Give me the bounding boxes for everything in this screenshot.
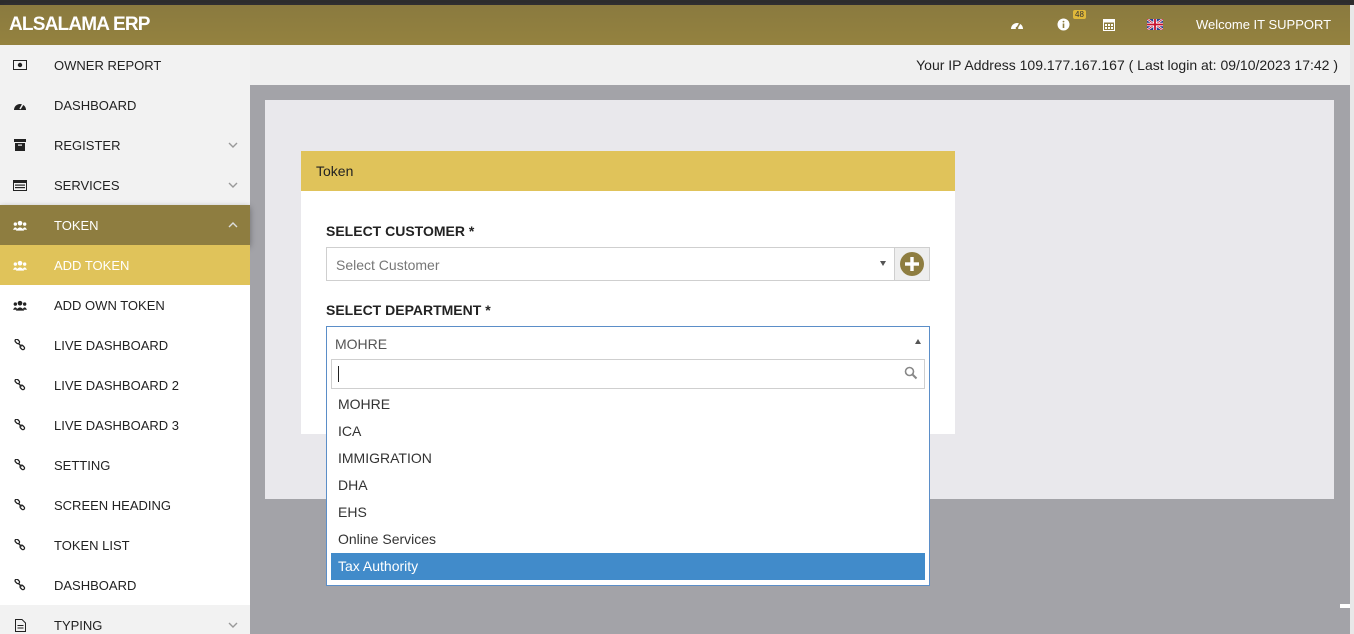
customer-label: SELECT CUSTOMER * (326, 223, 475, 239)
sidebar-item-label: LIVE DASHBOARD 3 (54, 418, 179, 433)
scroll-handle[interactable] (1340, 604, 1350, 608)
sidebar-item-owner-report[interactable]: OWNER REPORT (0, 45, 250, 85)
sidebar-item-label: LIVE DASHBOARD (54, 338, 169, 353)
card-title: Token (316, 163, 354, 179)
chevron-down-icon (228, 182, 238, 188)
card-header: Token (301, 151, 955, 191)
archive-icon (13, 138, 27, 152)
department-option-tax-authority[interactable]: Tax Authority (331, 553, 925, 580)
sidebar-item-dashboard[interactable]: DASHBOARD (0, 85, 250, 125)
caret-up-icon (915, 339, 921, 344)
department-option-ehs[interactable]: EHS (331, 499, 925, 526)
users-icon (13, 218, 27, 232)
link-icon (13, 458, 27, 472)
department-selected-value: MOHRE (335, 336, 388, 352)
sidebar-item-label: TOKEN (54, 218, 99, 233)
department-label: SELECT DEPARTMENT * (326, 302, 491, 318)
sidebar-item-label: ADD TOKEN (54, 258, 130, 273)
chevron-up-icon (228, 222, 238, 228)
department-option-immigration[interactable]: IMMIGRATION (331, 445, 925, 472)
sidebar-item-token[interactable]: TOKEN (0, 205, 250, 245)
sidebar-item-label: SERVICES (54, 178, 120, 193)
page-scrollbar[interactable] (1350, 5, 1354, 634)
department-option-mohre[interactable]: MOHRE (331, 391, 925, 418)
sidebar-item-add-token[interactable]: ADD TOKEN (0, 245, 250, 285)
sidebar-item-add-own-token[interactable]: ADD OWN TOKEN (0, 285, 250, 325)
text-cursor (338, 366, 339, 382)
sidebar-item-label: DASHBOARD (54, 578, 137, 593)
customer-placeholder: Select Customer (336, 257, 440, 273)
sidebar-item-live-dashboard-2[interactable]: LIVE DASHBOARD 2 (0, 365, 250, 405)
department-option-dha[interactable]: DHA (331, 472, 925, 499)
sidebar-item-label: SCREEN HEADING (54, 498, 172, 513)
link-icon (13, 338, 27, 352)
uk-flag-icon[interactable] (1147, 16, 1163, 32)
ip-info-bar: Your IP Address 109.177.167.167 ( Last l… (250, 45, 1350, 85)
dashboard-icon (13, 98, 27, 112)
sidebar-item-live-dashboard-3[interactable]: LIVE DASHBOARD 3 (0, 405, 250, 445)
sidebar-item-setting[interactable]: SETTING (0, 445, 250, 485)
dashboard-icon[interactable] (1009, 16, 1025, 32)
link-icon (13, 538, 27, 552)
link-icon (13, 578, 27, 592)
department-search-input[interactable] (331, 359, 925, 389)
sidebar-item-label: LIVE DASHBOARD 2 (54, 378, 179, 393)
welcome-user[interactable]: Welcome IT SUPPORT (1196, 17, 1331, 32)
chevron-down-icon (228, 142, 238, 148)
info-icon[interactable] (1055, 16, 1071, 32)
sidebar-item-token-dashboard[interactable]: DASHBOARD (0, 565, 250, 605)
sidebar: OWNER REPORT DASHBOARD REGISTER SERVICES… (0, 45, 250, 634)
search-icon (904, 366, 918, 380)
department-options-list: MOHRE ICA IMMIGRATION DHA EHS Online Ser… (331, 391, 925, 580)
sidebar-item-label: DASHBOARD (54, 98, 137, 113)
sidebar-item-label: ADD OWN TOKEN (54, 298, 165, 313)
sidebar-item-register[interactable]: REGISTER (0, 125, 250, 165)
calendar-icon[interactable] (1101, 16, 1117, 32)
add-customer-button[interactable] (894, 247, 930, 281)
sidebar-item-label: OWNER REPORT (54, 58, 162, 73)
app-brand[interactable]: ALSALAMA ERP (9, 14, 150, 36)
link-icon (13, 498, 27, 512)
customer-select[interactable]: Select Customer (326, 247, 895, 281)
sidebar-item-typing[interactable]: TYPING (0, 605, 250, 634)
sidebar-item-label: TOKEN LIST (54, 538, 130, 553)
chevron-down-icon (228, 622, 238, 628)
sidebar-item-services[interactable]: SERVICES (0, 165, 250, 205)
money-icon (13, 58, 27, 72)
sidebar-item-live-dashboard[interactable]: LIVE DASHBOARD (0, 325, 250, 365)
users-icon (13, 258, 27, 272)
link-icon (13, 378, 27, 392)
sidebar-item-label: REGISTER (54, 138, 121, 153)
top-navbar: ALSALAMA ERP 48 Welcome IT SUPPORT (0, 5, 1354, 45)
caret-down-icon (880, 261, 886, 266)
sidebar-item-token-list[interactable]: TOKEN LIST (0, 525, 250, 565)
department-select[interactable]: MOHRE MOHRE ICA IMMIGRATION DHA EHS Onli… (326, 326, 930, 586)
link-icon (13, 418, 27, 432)
list-icon (13, 178, 27, 192)
ip-info-text: Your IP Address 109.177.167.167 ( Last l… (916, 57, 1338, 73)
notification-badge: 48 (1073, 10, 1086, 19)
department-option-ica[interactable]: ICA (331, 418, 925, 445)
sidebar-item-label: TYPING (54, 618, 103, 633)
department-option-online-services[interactable]: Online Services (331, 526, 925, 553)
plus-circle-icon (900, 252, 924, 276)
sidebar-item-label: SETTING (54, 458, 111, 473)
file-icon (13, 618, 27, 632)
sidebar-item-screen-heading[interactable]: SCREEN HEADING (0, 485, 250, 525)
users-icon (13, 298, 27, 312)
